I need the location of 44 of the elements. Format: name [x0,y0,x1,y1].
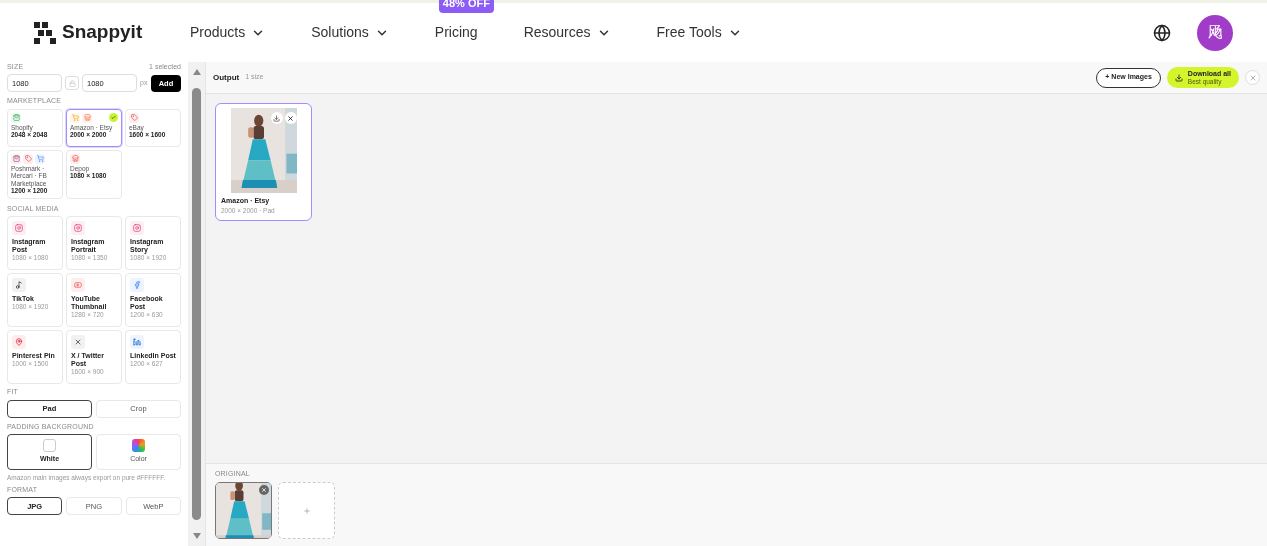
nav-menu-item[interactable]: Pricing [434,22,478,43]
scroll-down-icon[interactable] [191,532,202,540]
close-icon [261,487,267,494]
download-icon [1174,73,1183,82]
plus-icon [302,506,311,515]
scrollbar[interactable] [188,62,205,546]
nav-menu-item[interactable]: Resources [523,22,611,43]
gradient-swatch [132,439,145,453]
nav-menu-item[interactable]: Products [190,22,266,43]
facebook-icon [130,278,144,293]
tag-icon [23,153,33,164]
remove-button[interactable] [259,485,269,496]
user-avatar[interactable]: 飏 [1197,14,1233,51]
logo-icon [34,21,56,44]
play-icon [71,278,85,293]
scroll-up-icon[interactable] [191,68,202,76]
nav-menu-item[interactable]: Solutions [311,22,389,43]
globe-icon[interactable] [1153,23,1171,42]
blank-swatch [43,439,56,453]
brand-name: Snappyit [62,20,143,45]
linkedin-icon [130,335,144,350]
close-icon [1248,73,1257,82]
camera-icon [130,221,144,236]
nav-menu-item[interactable]: Free Tools [656,22,742,43]
cart-icon [70,112,80,123]
music-note-icon [12,278,26,293]
x-icon [71,335,85,350]
tag-icon [129,112,139,123]
store-icon [82,112,92,123]
download-icon [273,114,280,122]
bag-icon [11,112,21,123]
lock-icon [68,79,76,87]
cart-icon [35,153,45,164]
add-image-button[interactable] [278,482,335,540]
pin-icon [12,335,26,350]
close-button[interactable] [1245,70,1260,85]
check-badge [109,112,118,122]
output-title: Output [213,71,240,84]
camera-icon [12,221,26,236]
bag-icon [11,153,21,164]
close-icon [287,114,294,122]
discount-badge: 48% OFF [438,0,494,13]
store-icon [70,153,80,164]
camera-icon [71,221,85,236]
